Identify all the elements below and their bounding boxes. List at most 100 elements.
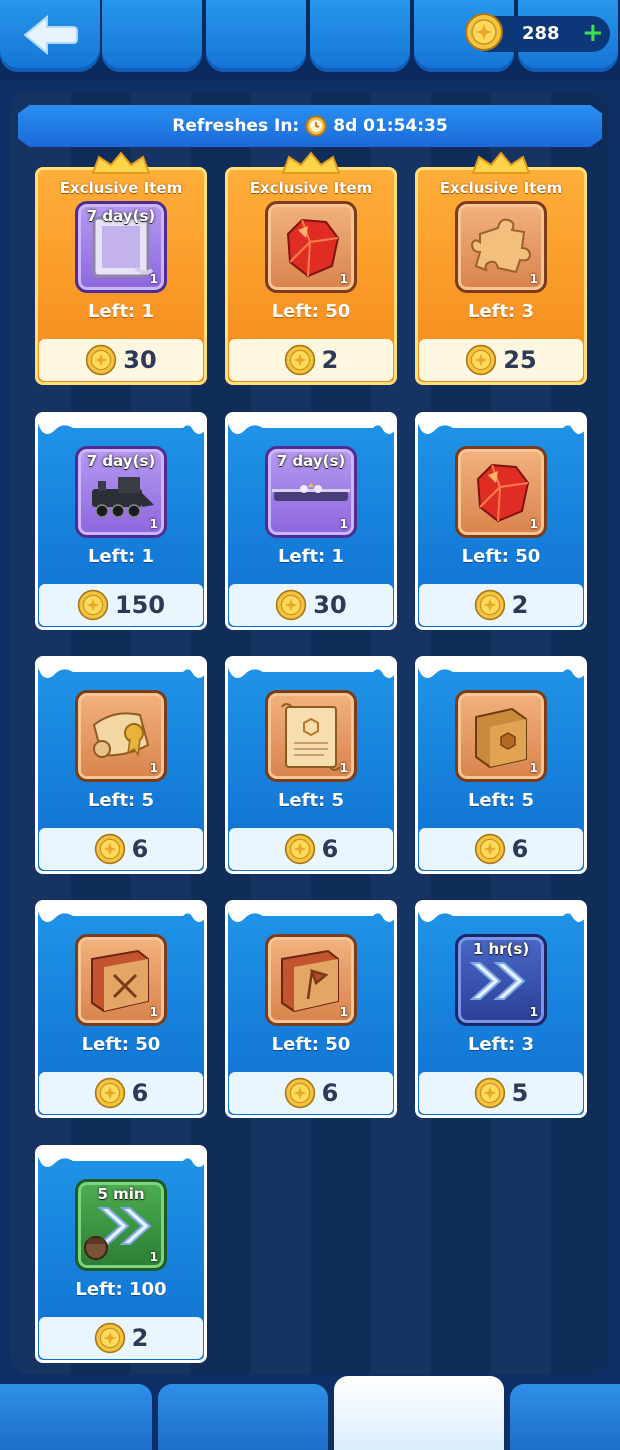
crown-icon: [91, 151, 151, 174]
stock-left-label: Left: 100: [75, 1279, 167, 1300]
stock-left-label: Left: 5: [467, 790, 535, 811]
item-frame: 1 hr(s) 1: [455, 934, 547, 1026]
shop-item-card[interactable]: 1 hr(s) 1 Left: 3 5: [415, 900, 587, 1118]
gold-coin-icon: [474, 589, 505, 621]
exclusive-badge: Exclusive Item: [439, 179, 563, 197]
buy-button[interactable]: 2: [39, 1317, 203, 1359]
shop-item-card[interactable]: 1 Left: 5 6: [415, 656, 587, 874]
top-bar: 288 +: [0, 0, 620, 80]
buy-button[interactable]: 5: [419, 1072, 583, 1114]
item-quantity: 1: [529, 517, 538, 531]
coin-balance: 288 +: [465, 13, 610, 52]
snow-cap-decoration: [417, 656, 585, 678]
bottom-tab-4[interactable]: [510, 1384, 620, 1450]
stock-left-label: Left: 50: [271, 301, 351, 322]
buy-button[interactable]: 30: [39, 339, 203, 381]
buy-button[interactable]: 30: [229, 584, 393, 626]
gold-coin-icon: [465, 13, 503, 51]
shop-item-card[interactable]: 1 Left: 5 6: [225, 656, 397, 874]
gold-coin-icon: [284, 833, 315, 865]
shop-item-card[interactable]: 7 day(s) 1 Left: 1 150: [35, 412, 207, 630]
item-duration: 5 min: [97, 1185, 145, 1203]
item-quantity: 1: [529, 1005, 538, 1019]
item-price: 6: [321, 1079, 339, 1107]
item-duration: 1 hr(s): [472, 940, 530, 958]
gold-coin-icon: [474, 1077, 505, 1109]
coin-amount: 288: [522, 23, 560, 44]
top-tab-2[interactable]: [206, 0, 306, 72]
item-frame: 7 day(s) 1: [75, 201, 167, 293]
shop-item-card[interactable]: Exclusive Item 7 day(s) 1 Left: 1 30: [35, 151, 207, 385]
buy-button[interactable]: 25: [419, 339, 583, 381]
item-frame: 1: [455, 201, 547, 293]
item-price: 5: [511, 1079, 529, 1107]
item-frame: 1: [455, 690, 547, 782]
item-duration: 7 day(s): [86, 207, 156, 225]
item-price: 2: [511, 591, 529, 619]
item-price: 150: [114, 591, 166, 619]
buy-button[interactable]: 2: [419, 584, 583, 626]
buy-button[interactable]: 6: [419, 828, 583, 870]
item-frame: 1: [455, 446, 547, 538]
item-quantity: 1: [339, 517, 348, 531]
gold-coin-icon: [284, 344, 315, 376]
buy-button[interactable]: 2: [229, 339, 393, 381]
buy-button[interactable]: 6: [39, 1072, 203, 1114]
shop-item-card[interactable]: 1 Left: 50 2: [415, 412, 587, 630]
back-arrow-icon: [23, 14, 78, 56]
gold-coin-icon: [94, 1322, 125, 1354]
snow-cap-decoration: [227, 900, 395, 922]
bottom-tab-1[interactable]: [0, 1384, 152, 1450]
buy-button[interactable]: 6: [39, 828, 203, 870]
top-tab-1[interactable]: [102, 0, 202, 72]
item-quantity: 1: [149, 272, 158, 286]
snow-cap-decoration: [37, 656, 205, 678]
gold-coin-icon: [77, 589, 109, 621]
stock-left-label: Left: 1: [87, 546, 155, 567]
item-frame: 1: [265, 201, 357, 293]
item-frame: 1: [75, 934, 167, 1026]
snow-cap-decoration: [37, 900, 205, 922]
shop-item-card[interactable]: Exclusive Item 1 Left: 3 25: [415, 151, 587, 385]
buy-button[interactable]: 150: [39, 584, 203, 626]
item-quantity: 1: [529, 761, 538, 775]
stock-left-label: Left: 5: [87, 790, 155, 811]
item-price: 2: [131, 1324, 149, 1352]
add-coins-button[interactable]: +: [582, 20, 604, 46]
bottom-tab-bar: [0, 1376, 620, 1450]
item-frame: 1: [265, 934, 357, 1026]
shop-item-card[interactable]: 1 Left: 50 6: [35, 900, 207, 1118]
item-frame: 7 day(s) 1: [75, 446, 167, 538]
buy-button[interactable]: 6: [229, 828, 393, 870]
stock-left-label: Left: 1: [277, 546, 345, 567]
item-price: 2: [321, 346, 339, 374]
crown-icon: [281, 151, 341, 174]
shop-item-card[interactable]: 7 day(s) 1 Left: 1 30: [225, 412, 397, 630]
snow-cap-decoration: [227, 412, 395, 434]
clock-icon: [305, 115, 327, 137]
item-frame: 1: [265, 690, 357, 782]
item-quantity: 1: [339, 1005, 348, 1019]
top-tab-3[interactable]: [310, 0, 410, 72]
shop-item-card[interactable]: Exclusive Item 1 Left: 50 2: [225, 151, 397, 385]
item-frame: 5 min 1: [75, 1179, 167, 1271]
item-quantity: 1: [339, 761, 348, 775]
item-frame: 7 day(s) 1: [265, 446, 357, 538]
stock-left-label: Left: 50: [81, 1034, 161, 1055]
item-quantity: 1: [339, 272, 348, 286]
shop-item-card[interactable]: 5 min 1 Left: 100 2: [35, 1145, 207, 1363]
item-duration: 7 day(s): [86, 452, 156, 470]
item-quantity: 1: [149, 1250, 158, 1264]
snow-cap-decoration: [227, 656, 395, 678]
item-price: 6: [321, 835, 339, 863]
gold-coin-icon: [276, 589, 307, 621]
shop-item-card[interactable]: 1 Left: 5 6: [35, 656, 207, 874]
buy-button[interactable]: 6: [229, 1072, 393, 1114]
stock-left-label: Left: 5: [277, 790, 345, 811]
bottom-tab-3-active[interactable]: [334, 1376, 504, 1450]
item-quantity: 1: [149, 1005, 158, 1019]
bottom-tab-2[interactable]: [158, 1384, 328, 1450]
snow-cap-decoration: [417, 412, 585, 434]
back-button[interactable]: [0, 0, 100, 72]
shop-item-card[interactable]: 1 Left: 50 6: [225, 900, 397, 1118]
